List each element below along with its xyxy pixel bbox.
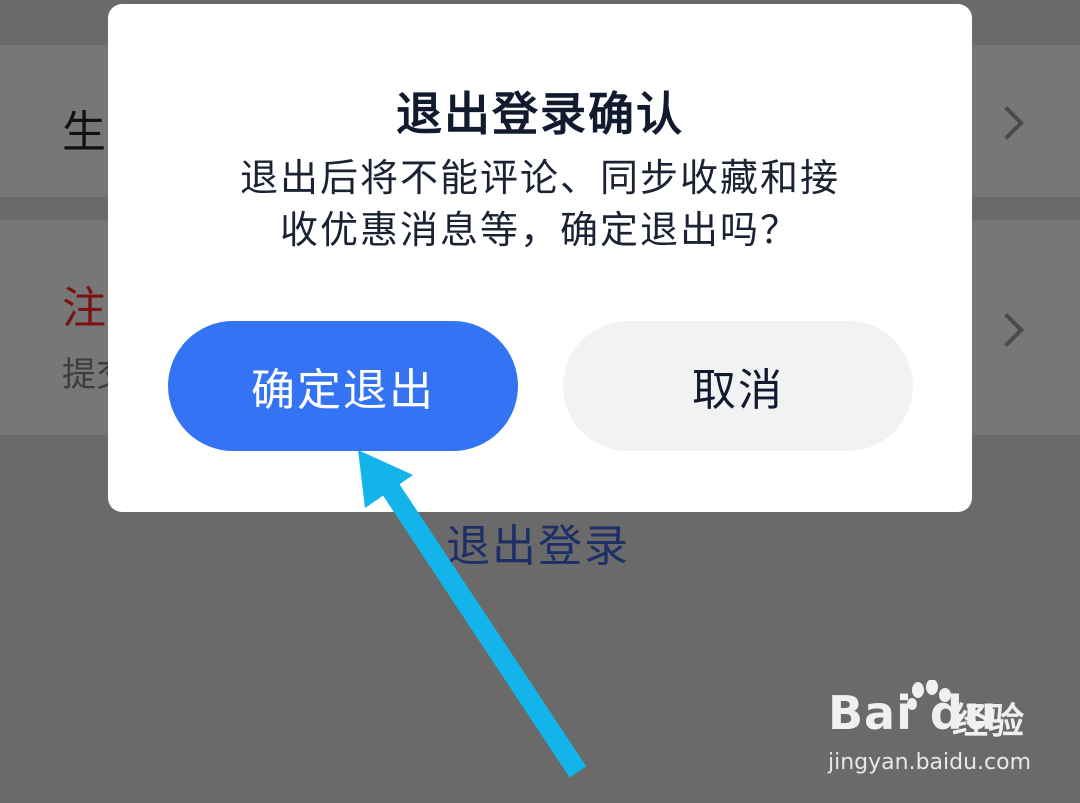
logout-link[interactable]: 退出登录: [446, 510, 630, 574]
watermark-url: jingyan.baidu.com: [828, 750, 1032, 775]
jingyan-text: 经验: [952, 701, 1025, 742]
dialog-message: 退出后将不能评论、同步收藏和接 收优惠消息等，确定退出吗？: [218, 152, 862, 256]
baidu-jingyan-watermark: Bai du 经验 jingyan.baidu.com: [828, 680, 1033, 786]
dialog-message-line-1: 退出后将不能评论、同步收藏和接: [239, 156, 840, 200]
dialog-title: 退出登录确认: [396, 87, 684, 141]
cancel-button[interactable]: 取消: [563, 321, 913, 451]
confirm-logout-button[interactable]: 确定退出: [168, 321, 518, 451]
settings-row-2-title: 注: [62, 283, 106, 334]
dialog-message-line-2: 收优惠消息等，确定退出吗？: [279, 208, 800, 252]
settings-row-1-title: 生: [62, 107, 106, 158]
